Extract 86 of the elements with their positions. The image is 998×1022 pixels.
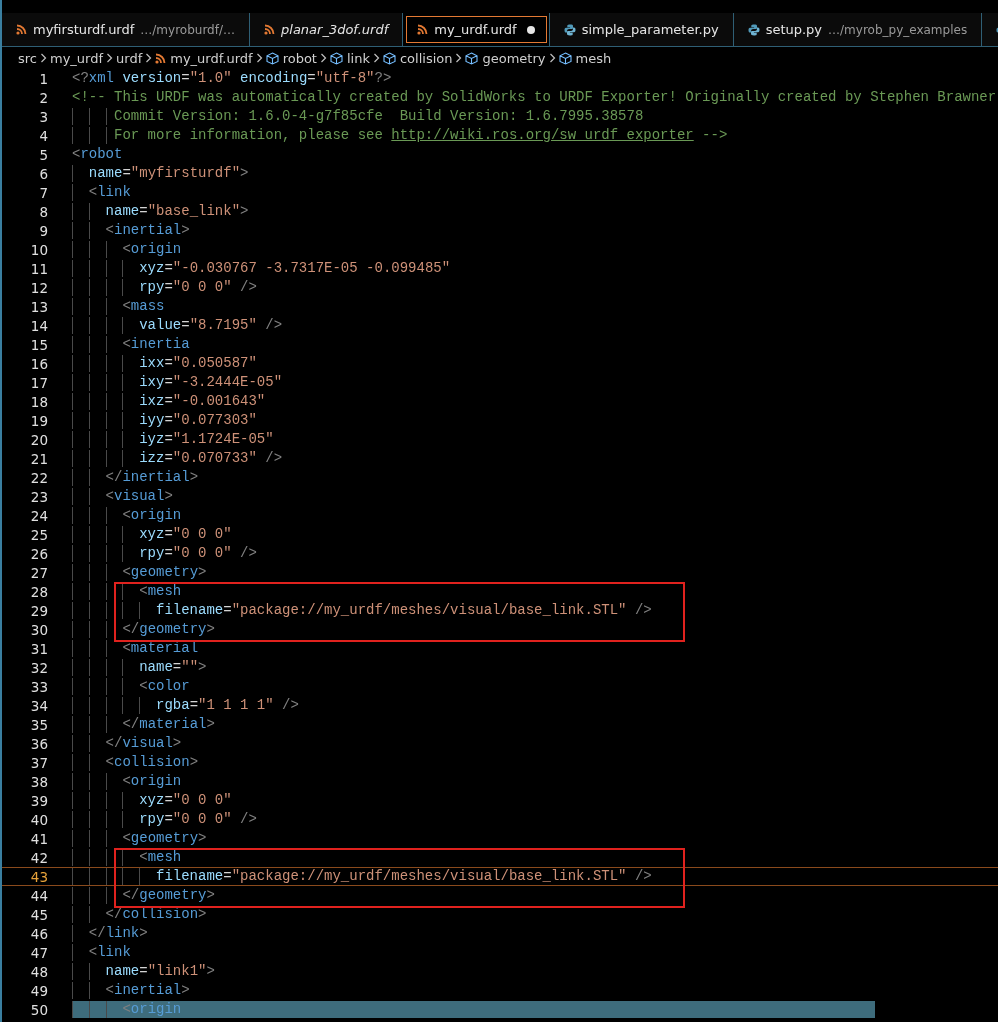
line-number: 50 bbox=[29, 1001, 48, 1018]
chevron-icon bbox=[372, 53, 380, 63]
line-number: 15 bbox=[29, 336, 48, 353]
line-number: 3 bbox=[38, 108, 48, 125]
line-number: 32 bbox=[29, 659, 48, 676]
line-number: 45 bbox=[29, 906, 48, 923]
line-number: 40 bbox=[29, 811, 48, 828]
breadcrumb-item[interactable]: my_urdf bbox=[50, 50, 104, 66]
line-number: 44 bbox=[29, 887, 48, 904]
chevron-icon bbox=[106, 53, 114, 63]
line-number: 21 bbox=[29, 450, 48, 467]
line-number: 16 bbox=[29, 355, 48, 372]
chevron-icon bbox=[145, 53, 153, 63]
breadcrumb-item[interactable]: robot bbox=[265, 50, 317, 66]
line-number: 35 bbox=[29, 716, 48, 733]
chevron-icon bbox=[255, 53, 263, 63]
cube-icon bbox=[558, 51, 572, 65]
rss-icon bbox=[155, 52, 167, 64]
line-number: 10 bbox=[29, 241, 48, 258]
breadcrumb-item[interactable]: mesh bbox=[558, 50, 612, 66]
code-line: <?xml version="1.0" encoding="utf-8"?> bbox=[72, 70, 392, 87]
line-number: 29 bbox=[29, 602, 48, 619]
python-icon bbox=[563, 23, 576, 36]
line-number: 36 bbox=[29, 735, 48, 752]
line-number: 28 bbox=[29, 583, 48, 600]
line-number: 41 bbox=[29, 830, 48, 847]
rss-icon bbox=[417, 24, 429, 35]
line-number: 49 bbox=[29, 982, 48, 999]
line-number: 4 bbox=[38, 127, 48, 144]
cube-icon bbox=[465, 51, 479, 65]
line-number: 19 bbox=[29, 412, 48, 429]
line-number: 24 bbox=[29, 507, 48, 524]
line-number: 33 bbox=[29, 678, 48, 695]
link[interactable]: http://wiki.ros.org/sw_urdf_exporter bbox=[391, 127, 694, 143]
line-number: 47 bbox=[29, 944, 48, 961]
breadcrumb-item[interactable]: link bbox=[329, 50, 370, 66]
line-number: 14 bbox=[29, 317, 48, 334]
breadcrumb-item[interactable]: my_urdf.urdf bbox=[155, 50, 253, 66]
cube-icon bbox=[382, 51, 396, 65]
code-line: <robot bbox=[72, 146, 123, 163]
cube-icon bbox=[265, 51, 279, 65]
breadcrumb-item[interactable]: urdf bbox=[116, 50, 143, 66]
cube-icon bbox=[329, 51, 343, 65]
line-number: 37 bbox=[29, 754, 48, 771]
line-number: 11 bbox=[29, 260, 48, 277]
line-number: 23 bbox=[29, 488, 48, 505]
line-number: 18 bbox=[29, 393, 48, 410]
line-number: 6 bbox=[38, 165, 48, 182]
line-number: 5 bbox=[38, 146, 48, 163]
line-number: 25 bbox=[29, 526, 48, 543]
breadcrumb-item[interactable]: src bbox=[18, 50, 37, 66]
chevron-icon bbox=[40, 53, 47, 63]
line-number: 12 bbox=[29, 279, 48, 296]
line-number: 31 bbox=[29, 640, 48, 657]
line-number: 26 bbox=[29, 545, 48, 562]
line-number: 2 bbox=[38, 89, 48, 106]
chevron-icon bbox=[455, 53, 463, 63]
line-number: 46 bbox=[29, 925, 48, 942]
chevron-icon bbox=[548, 53, 556, 63]
line-number: 42 bbox=[29, 849, 48, 866]
tab-path: …/myrob_py_examples bbox=[828, 22, 968, 37]
line-number: 34 bbox=[29, 697, 48, 714]
line-number: 39 bbox=[29, 792, 48, 809]
unsaved-dot-icon bbox=[526, 25, 535, 34]
line-number: 9 bbox=[38, 222, 48, 239]
line-number: 22 bbox=[29, 469, 48, 486]
tab-path: …/myroburdf/… bbox=[140, 22, 235, 37]
line-number: 20 bbox=[29, 431, 48, 448]
line-number: 48 bbox=[29, 963, 48, 980]
line-number: 27 bbox=[29, 564, 48, 581]
line-number: 1 bbox=[38, 70, 48, 87]
line-number: 7 bbox=[38, 184, 48, 201]
line-number: 8 bbox=[38, 203, 48, 220]
breadcrumb-item[interactable]: geometry bbox=[465, 50, 546, 66]
chevron-icon bbox=[319, 53, 327, 63]
rss-icon bbox=[264, 24, 275, 35]
breadcrumb-item[interactable]: collision bbox=[382, 50, 453, 66]
line-number: 17 bbox=[29, 374, 48, 391]
line-number: 38 bbox=[29, 773, 48, 790]
code-line: <!-- This URDF was automatically created by SolidWorks to URDF Exporter! Originally created by Stephen Brawner bbox=[72, 89, 997, 106]
editor-tab[interactable]: my_urdf.urdf bbox=[403, 13, 550, 46]
line-number: 30 bbox=[29, 621, 48, 638]
line-number: 43 bbox=[29, 868, 48, 885]
python-icon bbox=[747, 23, 760, 36]
rss-icon bbox=[16, 24, 27, 35]
line-number: 13 bbox=[29, 298, 48, 315]
